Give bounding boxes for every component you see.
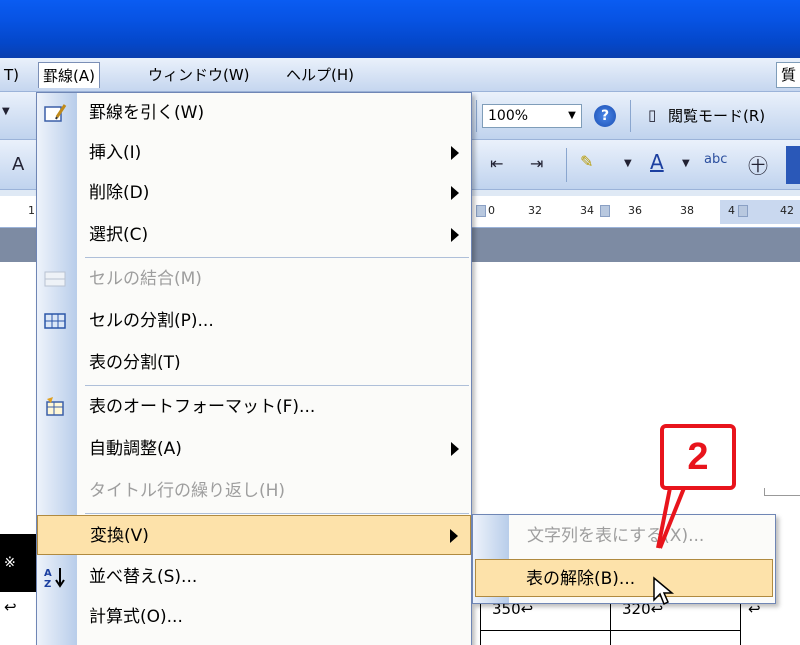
title-bar [0, 0, 800, 58]
ruler-column-marker[interactable] [476, 205, 486, 217]
menu-separator [85, 385, 469, 386]
submenu-arrow-icon [451, 228, 459, 242]
selected-table-cell[interactable]: ※ [0, 535, 40, 591]
menu-item-split-table[interactable]: 表の分割(T) [37, 343, 471, 383]
menu-item-sort[interactable]: A Z 並べ替え(S)... [37, 557, 471, 597]
draw-table-icon [44, 104, 67, 122]
submenu-item-table-to-text[interactable]: 表の解除(B)... [475, 559, 773, 597]
menu-label: 表の解除(B)... [526, 569, 636, 589]
menu-label: 挿入(I) [89, 143, 142, 163]
table-border [480, 630, 740, 631]
menu-separator [85, 513, 469, 514]
table-menu-dropdown: 罫線を引く(W) 挿入(I) 削除(D) 選択(C) セルの結合(M) セルの分… [36, 92, 472, 645]
ask-question-box[interactable]: 質 [776, 62, 800, 88]
font-color-dropdown-icon[interactable]: ▼ [682, 158, 690, 169]
menu-table[interactable]: 罫線(A) [38, 62, 100, 88]
autoformat-icon [46, 397, 64, 416]
toolbar-separator [476, 100, 477, 132]
menu-item-autoformat[interactable]: 表のオートフォーマット(F)... [37, 387, 471, 427]
toolbar-separator [630, 100, 631, 132]
menu-item-split-cells[interactable]: セルの分割(P)... [37, 301, 471, 341]
toolbar-overflow-icon[interactable] [786, 146, 800, 184]
sort-icon: A Z [44, 568, 65, 589]
ruler-column-marker[interactable] [600, 205, 610, 217]
menu-label: 並べ替え(S)... [89, 567, 198, 587]
menu-label: 表の分割(T) [89, 353, 181, 373]
submenu-arrow-icon [451, 146, 459, 160]
menu-bar: T) 罫線(A) ウィンドウ(W) ヘルプ(H) [0, 58, 800, 92]
menu-item-partial[interactable]: T) [0, 62, 23, 88]
convert-submenu: 文字列を表にする(X)... 表の解除(B)... [472, 514, 776, 604]
ruler-column-marker[interactable] [738, 205, 748, 217]
highlight-pen-icon[interactable]: ✎ [580, 152, 593, 171]
book-icon: ▯ [648, 106, 657, 124]
highlight-dropdown-icon[interactable]: ▼ [624, 158, 632, 169]
ruler-number: 32 [528, 204, 542, 217]
menu-item-autofit[interactable]: 自動調整(A) [37, 429, 471, 469]
svg-text:Z: Z [44, 579, 51, 589]
submenu-item-text-to-table[interactable]: 文字列を表にする(X)... [475, 517, 773, 555]
ruler-number: 0 [488, 204, 495, 217]
menu-label: 自動調整(A) [89, 439, 182, 459]
menu-label: 削除(D) [89, 183, 150, 203]
menu-label: タイトル行の繰り返し(H) [89, 481, 286, 501]
menu-label: 選択(C) [89, 225, 149, 245]
menu-item-draw-table[interactable]: 罫線を引く(W) [37, 93, 471, 133]
ruler-number: 34 [580, 204, 594, 217]
menu-window[interactable]: ウィンドウ(W) [144, 62, 254, 88]
menu-help[interactable]: ヘルプ(H) [282, 62, 358, 88]
read-mode-button[interactable]: 閲覧モード(R) [668, 104, 765, 128]
margin-corner-mark [764, 488, 800, 496]
font-color-icon[interactable]: A [650, 150, 664, 174]
step-callout: 2 [660, 424, 736, 490]
menu-item-delete[interactable]: 削除(D) [37, 173, 471, 213]
menu-item-select[interactable]: 選択(C) [37, 215, 471, 255]
menu-label: セルの結合(M) [89, 269, 202, 289]
submenu-arrow-icon [451, 442, 459, 456]
dropdown-arrow-icon[interactable]: ▼ [2, 106, 10, 117]
menu-separator [85, 257, 469, 258]
menu-item-merge-cells[interactable]: セルの結合(M) [37, 259, 471, 299]
menu-label: 罫線を引く(W) [89, 103, 205, 123]
menu-item-repeat-header-rows[interactable]: タイトル行の繰り返し(H) [37, 471, 471, 511]
submenu-arrow-icon [450, 529, 458, 543]
menu-item-formula[interactable]: 計算式(O)... [37, 597, 471, 637]
ruler-number: 36 [628, 204, 642, 217]
ruler-number: 1 [28, 204, 35, 217]
paragraph-mark: ↩ [4, 598, 17, 616]
menu-item-insert[interactable]: 挿入(I) [37, 133, 471, 173]
split-cells-icon [44, 313, 66, 329]
increase-indent-icon[interactable]: ⇥ [530, 154, 543, 173]
menu-item-convert[interactable]: 変換(V) [37, 515, 471, 555]
ruler-number: 4 [728, 204, 735, 217]
menu-label: 変換(V) [90, 526, 149, 546]
help-icon[interactable]: ? [594, 105, 616, 127]
ruler-number: 38 [680, 204, 694, 217]
submenu-arrow-icon [451, 186, 459, 200]
decrease-indent-icon[interactable]: ⇤ [490, 154, 503, 173]
phonetic-guide-icon[interactable]: abc [704, 152, 727, 167]
font-style-icon[interactable]: A [12, 154, 24, 175]
menu-label: 表のオートフォーマット(F)... [89, 397, 316, 417]
mouse-cursor-icon [653, 576, 675, 606]
menu-label: セルの分割(P)... [89, 311, 214, 331]
toolbar-separator [566, 148, 567, 182]
ruler-number: 42 [780, 204, 794, 217]
menu-label: 計算式(O)... [89, 607, 183, 627]
callout-pointer [656, 487, 686, 549]
enclose-character-icon[interactable]: ㊉ [748, 150, 768, 179]
merge-cells-icon [44, 271, 66, 287]
svg-text:A: A [44, 568, 52, 579]
zoom-dropdown-icon[interactable]: ▼ [562, 104, 582, 128]
